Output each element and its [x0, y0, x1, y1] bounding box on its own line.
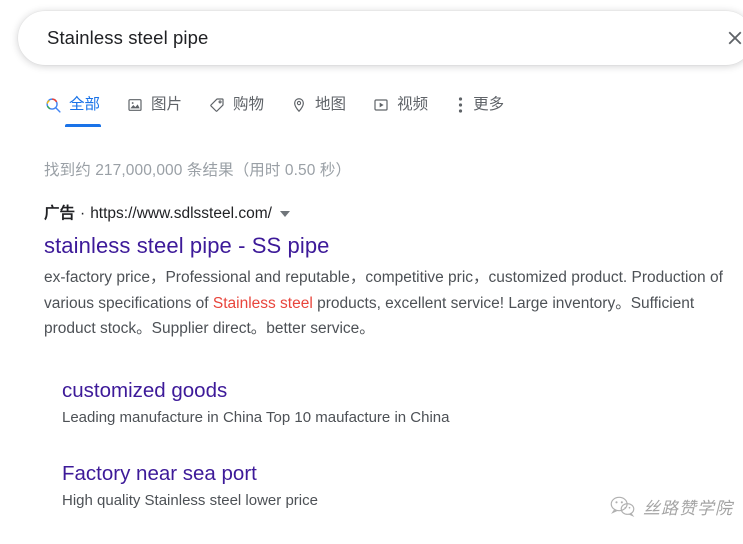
tab-maps[interactable]: 地图 [290, 96, 346, 127]
ad-description-highlight: Stainless steel [212, 294, 313, 312]
ad-result: 广告 · https://www.sdlssteel.com/ stainles… [44, 203, 743, 342]
tab-label: 更多 [473, 96, 505, 114]
sitelink-description: High quality Stainless steel lower price [62, 492, 318, 509]
tab-images[interactable]: 图片 [126, 96, 182, 127]
google-search-icon [44, 96, 62, 114]
result-stats: 找到约 217,000,000 条结果（用时 0.50 秒） [44, 162, 352, 179]
sitelink-item: Factory near sea port High quality Stain… [62, 461, 682, 512]
ad-badge: 广告 [44, 205, 76, 222]
ad-url[interactable]: https://www.sdlssteel.com/ [90, 203, 272, 225]
ad-title-link[interactable]: stainless steel pipe - SS pipe [44, 232, 330, 260]
tab-label: 视频 [397, 96, 429, 114]
tab-label: 地图 [315, 96, 347, 114]
tag-icon [208, 96, 226, 114]
close-icon [724, 27, 743, 49]
sitelink-title-link[interactable]: customized goods [62, 378, 227, 404]
ad-separator: · [80, 205, 86, 222]
tab-label: 图片 [151, 96, 183, 114]
image-icon [126, 96, 144, 114]
sitelink-item: customized goods Leading manufacture in … [62, 378, 682, 429]
ad-sitelinks: customized goods Leading manufacture in … [62, 378, 682, 544]
search-bar-container [18, 11, 743, 65]
tab-all[interactable]: 全部 [44, 96, 102, 127]
search-bar[interactable] [18, 11, 743, 65]
chevron-down-icon[interactable] [279, 211, 290, 217]
tab-label: 全部 [69, 96, 101, 114]
video-play-icon [372, 96, 390, 114]
sitelink-description: Leading manufacture in China Top 10 mauf… [62, 409, 450, 426]
map-pin-icon [290, 96, 308, 114]
more-vertical-icon [454, 96, 466, 114]
ad-url-row: 广告 · https://www.sdlssteel.com/ [44, 203, 743, 225]
tab-shopping[interactable]: 购物 [208, 96, 264, 127]
sitelink-title-link[interactable]: Factory near sea port [62, 461, 257, 487]
active-tab-underline [65, 124, 102, 127]
search-tabs: 全部 图片 购物 地图 视频 更多 [44, 96, 530, 134]
ad-description: ex-factory price，Professional and reputa… [44, 265, 743, 342]
tab-label: 购物 [233, 96, 265, 114]
tab-videos[interactable]: 视频 [372, 96, 428, 127]
search-input[interactable] [47, 27, 607, 49]
tab-more[interactable]: 更多 [454, 96, 504, 127]
clear-search-button[interactable] [718, 21, 743, 55]
